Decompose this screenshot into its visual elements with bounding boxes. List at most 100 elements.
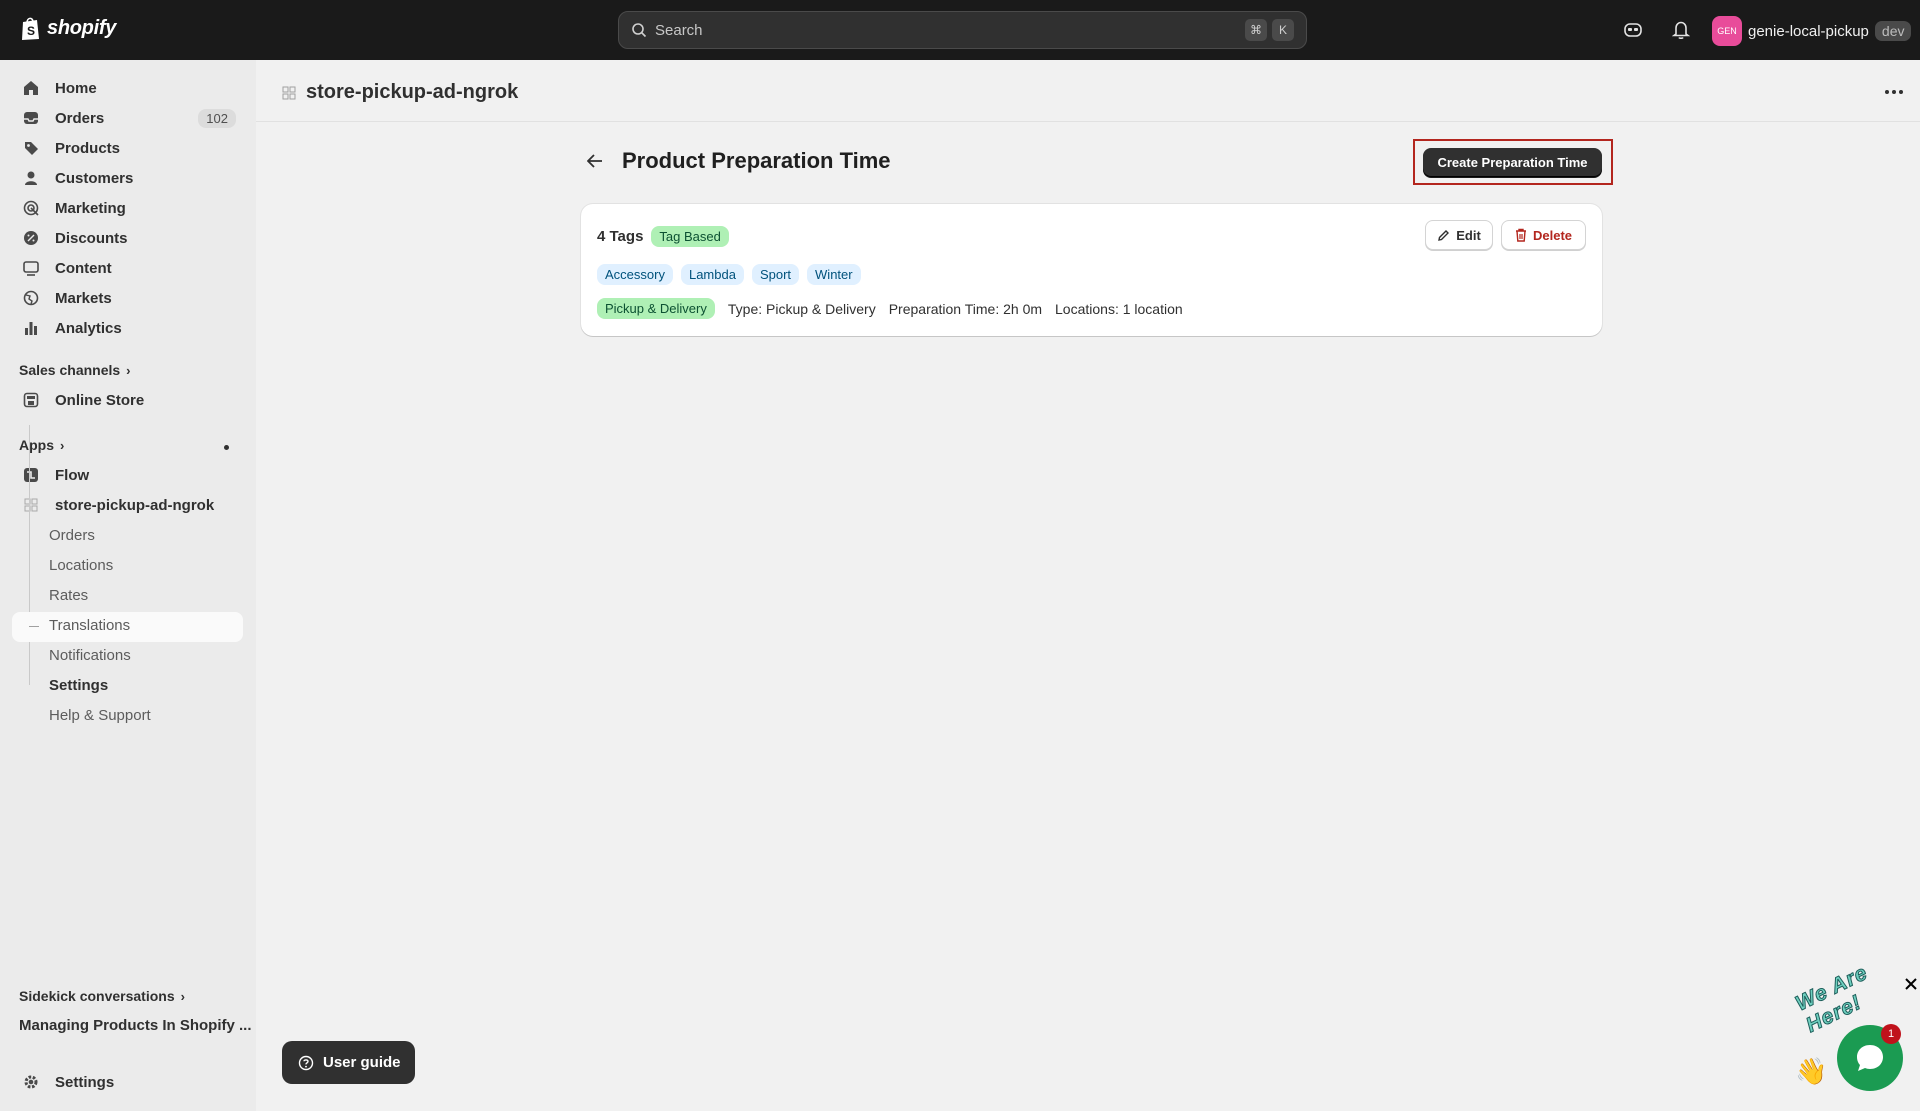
preparation-time-text: Preparation Time: 2h 0m <box>888 300 1043 317</box>
user-guide-button[interactable]: User guide <box>282 1041 415 1084</box>
sidebar-item-label: Discounts <box>55 229 128 247</box>
bell-icon[interactable] <box>1669 18 1693 42</box>
sidebar-item-customers[interactable]: Customers <box>12 164 242 192</box>
type-text: Type: Pickup & Delivery <box>727 300 876 317</box>
more-actions-button[interactable] <box>1882 82 1906 102</box>
sidebar-item-label: Online Store <box>55 391 145 409</box>
avatar: GEN <box>1712 16 1742 46</box>
apps-label: Apps <box>19 437 54 453</box>
tag-chip: Lambda <box>680 264 744 285</box>
page-title: Product Preparation Time <box>622 148 891 173</box>
bar-chart-icon <box>22 319 40 337</box>
subnav-notifications[interactable]: Notifications <box>49 647 131 664</box>
sidebar-item-home[interactable]: Home <box>12 74 242 102</box>
orders-count-badge: 102 <box>198 108 236 128</box>
search-icon <box>632 23 647 38</box>
chevron-right-icon: › <box>126 362 131 378</box>
brand-name: shopify <box>47 16 117 39</box>
tag-chip: Accessory <box>597 264 673 285</box>
sales-channels-label: Sales channels <box>19 362 121 378</box>
sidebar-item-orders[interactable]: Orders 102 <box>12 104 242 132</box>
edit-label: Edit <box>1456 227 1481 243</box>
chat-bubble-icon <box>1857 1045 1883 1071</box>
trash-icon <box>1515 228 1526 242</box>
subnav-orders[interactable]: Orders <box>49 527 95 544</box>
account-menu[interactable]: GEN genie-local-pickup dev <box>1712 16 1912 46</box>
search-input[interactable] <box>655 21 1240 39</box>
waving-hand-icon: 👋 <box>1795 1056 1828 1086</box>
inbox-icon <box>22 109 40 127</box>
subnav-locations[interactable]: Locations <box>49 557 113 574</box>
sidebar-item-label: Marketing <box>55 199 126 217</box>
sidebar-item-label: Markets <box>55 289 112 307</box>
tags-list: Accessory Lambda Sport Winter <box>597 264 861 285</box>
search-bar[interactable]: ⌘ K <box>618 11 1307 49</box>
top-bar: S shopify ⌘ K GEN genie-local-pickup dev <box>0 0 1920 60</box>
sidebar-item-online-store[interactable]: Online Store <box>12 386 242 414</box>
person-icon <box>22 169 40 187</box>
delete-label: Delete <box>1532 227 1573 243</box>
sidebar-item-discounts[interactable]: Discounts <box>12 224 242 252</box>
shortcut-command-key: ⌘ <box>1245 19 1267 41</box>
ellipsis-icon <box>1885 90 1903 94</box>
sidebar-item-flow[interactable]: Flow <box>12 461 242 489</box>
sidekick-conversation-item[interactable]: Managing Products In Shopify ... <box>19 1017 252 1034</box>
sidebar-item-label: Products <box>55 139 121 157</box>
chevron-right-icon: › <box>60 437 65 453</box>
fulfillment-badge: Pickup & Delivery <box>597 298 715 319</box>
app-grid-icon <box>22 496 40 514</box>
sidebar-item-markets[interactable]: Markets <box>12 284 242 312</box>
content-icon <box>22 259 40 277</box>
subnav-settings[interactable]: Settings <box>49 677 108 694</box>
discount-icon <box>22 229 40 247</box>
page-title-row: Product Preparation Time <box>584 148 891 174</box>
sidebar-item-label: Content <box>55 259 112 277</box>
globe-icon <box>22 289 40 307</box>
chat-widget[interactable]: We Are Here! 👋 1 <box>1791 961 1920 1091</box>
preparation-time-card: 4 Tags Tag Based Edit Delete Accessory L… <box>581 204 1602 336</box>
sidebar-item-settings[interactable]: Settings <box>12 1068 242 1096</box>
tag-chip: Winter <box>807 264 861 285</box>
tree-branch <box>29 626 39 627</box>
svg-text:S: S <box>27 24 35 38</box>
subnav-translations[interactable]: Translations <box>49 617 130 634</box>
pinned-dot <box>224 445 229 450</box>
app-header: store-pickup-ad-ngrok <box>256 60 1920 122</box>
delete-button[interactable]: Delete <box>1501 220 1586 250</box>
sidekick-conversations-label: Sidekick conversations <box>19 988 175 1004</box>
subnav-rates[interactable]: Rates <box>49 587 88 604</box>
sidebar-item-label: Flow <box>55 466 90 484</box>
edit-button[interactable]: Edit <box>1425 220 1493 250</box>
pencil-icon <box>1438 229 1450 241</box>
sidebar-item-products[interactable]: Products <box>12 134 242 162</box>
subnav-tree-line <box>29 425 30 685</box>
back-arrow-icon[interactable] <box>584 150 606 172</box>
sidekick-conversations-header[interactable]: Sidekick conversations › <box>19 988 185 1004</box>
tag-chip: Sport <box>751 264 800 285</box>
sidebar-item-label: Home <box>55 79 97 97</box>
create-preparation-time-button[interactable]: Create Preparation Time <box>1423 148 1602 177</box>
sidebar-item-analytics[interactable]: Analytics <box>12 314 242 342</box>
unread-count-badge: 1 <box>1881 1024 1901 1044</box>
apps-header[interactable]: Apps › <box>19 437 64 453</box>
app-grid-icon <box>282 86 296 99</box>
help-circle-icon <box>298 1055 314 1070</box>
shortcut-k-key: K <box>1272 19 1294 41</box>
sidebar-item-label: Customers <box>55 169 134 187</box>
sidebar-item-content[interactable]: Content <box>12 254 242 282</box>
sidebar-item-app[interactable]: store-pickup-ad-ngrok <box>12 491 242 519</box>
tag-icon <box>22 139 40 157</box>
gear-icon <box>22 1073 40 1091</box>
details-row: Pickup & Delivery Type: Pickup & Deliver… <box>597 298 1183 319</box>
sidekick-icon[interactable] <box>1621 18 1645 42</box>
shopify-bag-icon: S <box>22 17 39 40</box>
store-name: genie-local-pickup <box>1748 22 1869 40</box>
sidebar-item-label: Orders <box>55 109 105 127</box>
sales-channels-header[interactable]: Sales channels › <box>19 362 131 378</box>
sidebar-item-marketing[interactable]: Marketing <box>12 194 242 222</box>
chevron-right-icon: › <box>180 988 185 1004</box>
sidebar-item-label: Analytics <box>55 319 122 337</box>
target-icon <box>22 199 40 217</box>
subnav-help-support[interactable]: Help & Support <box>49 707 151 724</box>
shopify-logo[interactable]: S shopify <box>20 15 116 41</box>
